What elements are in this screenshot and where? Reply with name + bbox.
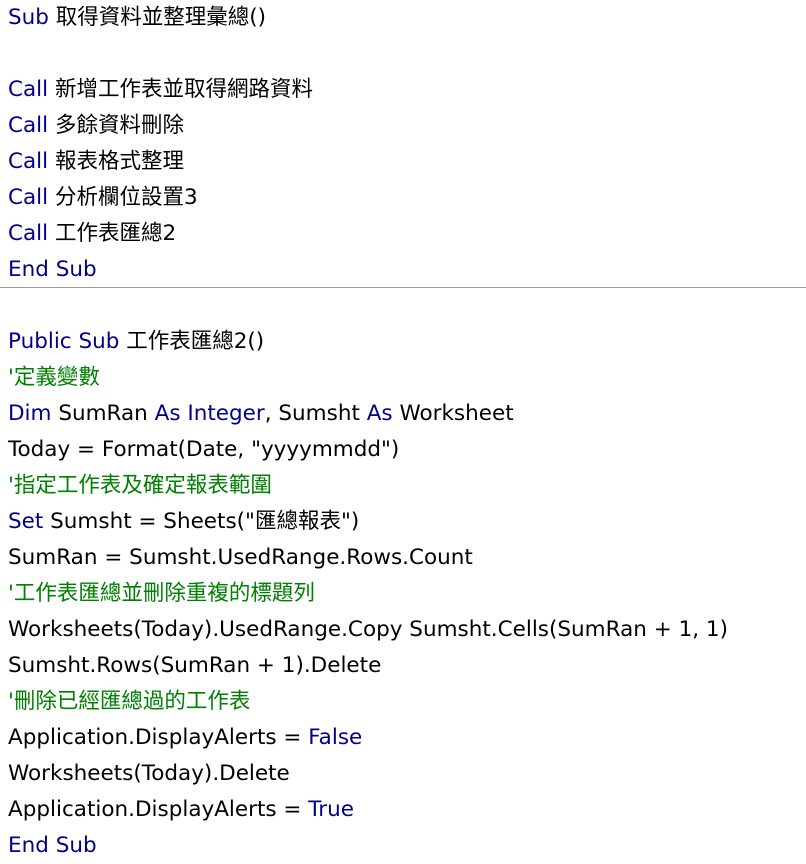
code-line: Dim SumRan As Integer, Sumsht As Workshe…: [8, 396, 804, 432]
code-token: Sumsht.Rows(SumRan + 1).Delete: [8, 653, 382, 678]
code-token: 報表格式整理: [48, 149, 184, 174]
code-token: 工作表匯總2: [48, 221, 177, 246]
keyword-token: Call: [8, 185, 49, 210]
code-token: 新增工作表並取得網路資料: [48, 77, 313, 102]
code-token: Application.DisplayAlerts =: [8, 725, 309, 750]
code-token: Worksheet: [392, 401, 514, 426]
keyword-token: Sub: [8, 5, 49, 30]
code-token: , Sumsht: [264, 401, 367, 426]
code-line: Call 分析欄位設置3: [8, 180, 804, 216]
code-token: SumRan: [51, 401, 155, 426]
code-token: Sumsht = Sheets("匯總報表"): [43, 509, 360, 534]
keyword-token: Dim: [8, 401, 52, 426]
keyword-token: End Sub: [8, 833, 97, 858]
code-line: '定義變數: [8, 360, 804, 396]
comment-token: '刪除已經匯總過的工作表: [8, 689, 251, 714]
code-line: Public Sub 工作表匯總2(): [8, 324, 804, 360]
code-line: Today = Format(Date, "yyyymmdd"): [8, 432, 804, 468]
keyword-token: End Sub: [8, 257, 97, 282]
keyword-token: Call: [8, 221, 49, 246]
procedure-block: Public Sub 工作表匯總2() '定義變數 Dim SumRan As In…: [8, 324, 804, 864]
code-line: Worksheets(Today).UsedRange.Copy Sumsht.…: [8, 612, 804, 648]
comment-token: '指定工作表及確定報表範圍: [8, 473, 272, 498]
comment-token: '工作表匯總並刪除重複的標題列: [8, 581, 315, 606]
code-line: End Sub: [8, 252, 804, 288]
code-line: Worksheets(Today).Delete: [8, 756, 804, 792]
keyword-token: Call: [8, 113, 49, 138]
code-line: Call 工作表匯總2: [8, 216, 804, 252]
code-line: '刪除已經匯總過的工作表: [8, 684, 804, 720]
code-line: '工作表匯總並刪除重複的標題列: [8, 576, 804, 612]
code-token: Worksheets(Today).UsedRange.Copy Sumsht.…: [8, 617, 728, 642]
code-line: Call 多餘資料刪除: [8, 108, 804, 144]
keyword-token: Call: [8, 77, 49, 102]
code-token: Application.DisplayAlerts =: [8, 797, 309, 822]
code-line: Application.DisplayAlerts = True: [8, 792, 804, 828]
procedure-divider: [0, 287, 806, 288]
procedure-block: Sub 取得資料並整理彙總() Call 新增工作表並取得網路資料 Call 多餘資…: [8, 0, 804, 288]
code-line: '指定工作表及確定報表範圍: [8, 468, 804, 504]
code-token: SumRan = Sumsht.UsedRange.Rows.Count: [8, 545, 473, 570]
code-token: 多餘資料刪除: [48, 113, 184, 138]
code-line: Sub 取得資料並整理彙總(): [8, 0, 804, 36]
code-token: 工作表匯總2(): [119, 329, 265, 354]
comment-token: '定義變數: [8, 365, 100, 390]
code-token: 取得資料並整理彙總(): [48, 5, 267, 30]
keyword-token: True: [308, 797, 354, 822]
keyword-token: As Integer: [154, 401, 265, 426]
keyword-token: Public Sub: [8, 329, 120, 354]
code-token: Today = Format(Date, "yyyymmdd"): [8, 437, 400, 462]
code-line: SumRan = Sumsht.UsedRange.Rows.Count: [8, 540, 804, 576]
code-line: Sumsht.Rows(SumRan + 1).Delete: [8, 648, 804, 684]
code-token: Worksheets(Today).Delete: [8, 761, 290, 786]
code-view: Sub 取得資料並整理彙總() Call 新增工作表並取得網路資料 Call 多餘資…: [0, 0, 806, 859]
code-token: 分析欄位設置3: [48, 185, 198, 210]
code-line: Set Sumsht = Sheets("匯總報表"): [8, 504, 804, 540]
code-line: Call 新增工作表並取得網路資料: [8, 72, 804, 108]
code-line: Application.DisplayAlerts = False: [8, 720, 804, 756]
keyword-token: Call: [8, 149, 49, 174]
code-line: Call 報表格式整理: [8, 144, 804, 180]
keyword-token: As: [366, 401, 393, 426]
keyword-token: False: [308, 725, 363, 750]
keyword-token: Set: [8, 509, 44, 534]
